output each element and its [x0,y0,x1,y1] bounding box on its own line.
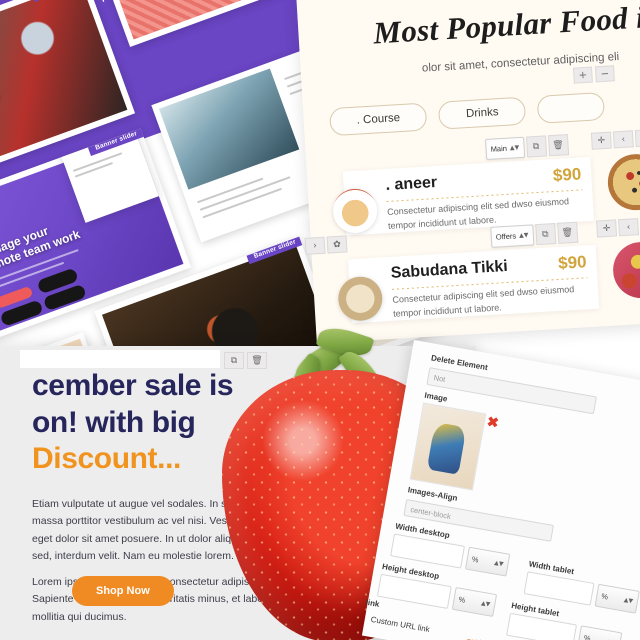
image-label: Image [423,390,449,404]
duplicate-icon[interactable]: ⧉ [534,223,556,246]
height-desktop-unit-value: % [457,594,467,605]
menu-thumb-toolbar: › ✿ [304,235,348,255]
menu-heading: Most Popular Food in t [372,0,640,51]
menu-item-row: Main ▲▼ ⧉ 🗑 . aneer $90 Consectetur adipi… [306,128,640,238]
menu-item-thumbnail [331,187,379,235]
menu-category-select-value: Main [490,143,508,154]
link-label: link [364,597,381,609]
sale-title-line2: on! with big [32,405,196,439]
width-tablet-unit[interactable]: % ▲▼ [594,583,640,614]
menu-item-image-pizza [606,152,640,212]
menu-category-select[interactable]: Main ▲▼ [485,136,525,161]
arrow-right-icon[interactable]: › [634,128,640,148]
arrow-right-icon[interactable]: › [304,236,326,255]
width-desktop-unit-value: % [471,554,480,565]
shop-now-button[interactable]: Shop Now [72,576,174,606]
custom-url-label: Custom URL link [370,614,431,635]
move-icon[interactable]: ✛ [596,219,618,238]
width-desktop-input[interactable] [390,533,466,569]
menu-item-price: $90 [552,164,582,186]
menu-category-select[interactable]: Offers ▲▼ [490,224,534,248]
menu-item-row: Offers ▲▼ ⧉ 🗑 › ✿ Sabudana Tikki $90 Cons… [304,218,640,326]
category-pill-drinks[interactable]: Drinks [438,96,527,130]
category-pill-main-course[interactable]: . Course [328,102,428,137]
height-tablet-unit[interactable]: %▲▼ [576,625,623,640]
sale-toolbar-background [20,350,220,368]
menu-row-toolbar: Main ▲▼ ⧉ 🗑 [485,134,569,161]
height-desktop-unit[interactable]: % ▲▼ [451,587,498,617]
menu-image-toolbar: ✛ ‹ › ✿ [590,128,640,150]
arrow-left-icon[interactable]: ‹ [612,130,634,149]
menu-row-toolbar: Offers ▲▼ ⧉ 🗑 [490,221,578,248]
gear-icon[interactable]: ✿ [326,235,348,254]
menu-item-image-salad [611,240,640,300]
remove-image-icon[interactable]: ✖ [486,413,500,431]
arrow-left-icon[interactable]: ‹ [618,218,640,237]
template-card-kitchen[interactable] [89,0,326,48]
category-pill-extra[interactable] [536,91,605,124]
height-tablet-unit-value: % [583,633,592,640]
category-toolbar: + − [572,65,615,84]
height-desktop-input[interactable] [376,573,452,609]
menu-item-name: . aneer [385,173,438,195]
width-tablet-unit-value: % [600,591,609,602]
image-preview[interactable] [409,402,487,491]
builder-collage: Embed Post Qualified CarRepair ServiceCe… [0,0,640,640]
category-pill-row: . Course Drinks [328,91,605,137]
menu-item-card[interactable]: Sabudana Tikki $90 Consectetur adipiscin… [337,244,600,324]
move-icon[interactable]: ✛ [590,131,612,150]
trash-icon[interactable]: 🗑 [547,134,569,157]
minus-icon[interactable]: − [594,65,615,83]
duplicate-icon[interactable]: ⧉ [525,135,547,158]
trash-icon[interactable]: 🗑 [556,221,578,244]
width-tablet-input[interactable] [523,571,595,606]
menu-item-price: $90 [557,252,588,273]
width-desktop-unit[interactable]: % ▲▼ [464,546,511,577]
plus-icon[interactable]: + [572,66,593,84]
menu-category-select-value: Offers [495,231,517,242]
menu-item-name: Sabudana Tikki [390,257,509,282]
height-tablet-input[interactable] [506,612,578,640]
custom-url-link[interactable]: get.img [466,636,492,640]
food-menu-panel: Most Popular Food in t olor sit amet, co… [296,0,640,344]
